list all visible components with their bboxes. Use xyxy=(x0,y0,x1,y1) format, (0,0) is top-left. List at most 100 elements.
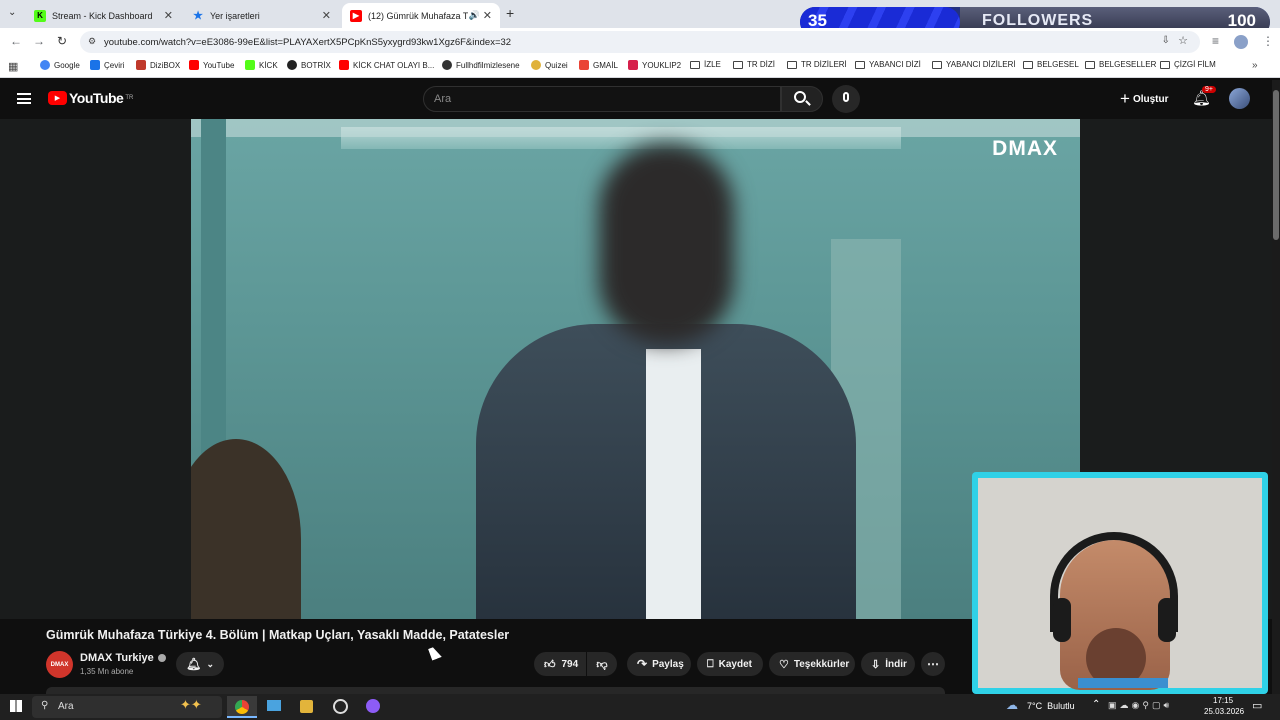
thanks-button[interactable]: ♡ Teşekkürler xyxy=(769,652,855,676)
search-icon: ⚲ xyxy=(41,700,49,711)
youtube-icon xyxy=(189,60,199,70)
youtube-favicon-icon: ▶ xyxy=(350,9,362,22)
create-button[interactable]: + Oluştur xyxy=(1120,89,1169,109)
notifications-button[interactable]: 🔔︎ 9+ xyxy=(1192,86,1216,108)
bookmark-belgeseller[interactable]: BELGESELLER xyxy=(1085,60,1156,69)
audio-playing-icon[interactable]: 🔊 xyxy=(469,10,480,21)
film-reel-icon xyxy=(442,60,452,70)
install-app-icon[interactable]: ⇩ xyxy=(1162,35,1170,46)
more-bookmarks-icon[interactable]: » xyxy=(1252,60,1258,71)
bookmark-yabanci-dizi[interactable]: YABANCI DİZİ xyxy=(855,60,921,69)
bookmark-kick-chat[interactable]: KİCK CHAT OLAYI B... xyxy=(339,60,434,70)
bookmark-youklip[interactable]: YOUKLIP2 xyxy=(628,60,681,70)
bookmark-izle[interactable]: İZLE xyxy=(690,60,721,69)
bookmarks-bar: ▦ Google Çeviri DiziBOX YouTube KİCK BOT… xyxy=(0,56,1280,78)
microphone-icon xyxy=(843,92,849,102)
like-button[interactable]: 👍︎ 794 xyxy=(534,652,586,676)
site-info-icon[interactable]: ⚙ xyxy=(88,36,96,47)
tab-bookmarks[interactable]: ★ Yer işaretleri ✕ xyxy=(184,3,339,28)
kick-favicon-icon: K xyxy=(34,9,46,22)
reload-icon[interactable]: ↻ xyxy=(57,34,67,48)
bookmark-belgesel[interactable]: BELGESEL xyxy=(1023,60,1079,69)
menu-kebab-icon[interactable]: ⋮ xyxy=(1262,34,1274,48)
youtube-play-icon: ▶ xyxy=(48,91,67,105)
tab-list-dropdown-icon[interactable]: ⌄ xyxy=(8,7,16,18)
copilot-sparkle-icon: ✦✦ xyxy=(180,697,202,712)
bookmark-google[interactable]: Google xyxy=(40,60,80,70)
translate-icon xyxy=(90,60,100,70)
google-icon xyxy=(40,60,50,70)
bookmark-botrix[interactable]: BOTRİX xyxy=(287,60,331,70)
clock-date[interactable]: 25.03.2026 xyxy=(1204,707,1244,716)
obs-icon[interactable] xyxy=(333,699,348,714)
file-explorer-icon[interactable] xyxy=(267,700,281,711)
hamburger-menu-icon[interactable] xyxy=(17,93,31,104)
dislike-button[interactable]: 👎︎ xyxy=(587,652,617,676)
back-icon[interactable]: ← xyxy=(10,34,22,48)
share-button[interactable]: ↷ Paylaş xyxy=(627,652,691,676)
clock-time[interactable]: 17:15 xyxy=(1213,696,1233,705)
youtube-logo[interactable]: ▶ YouTube TR xyxy=(48,90,133,106)
streaming-app-icon[interactable] xyxy=(366,699,380,713)
voice-search-button[interactable] xyxy=(832,85,860,113)
youklip-icon xyxy=(628,60,638,70)
bookmark-dizibox[interactable]: DiziBOX xyxy=(136,60,180,70)
more-actions-button[interactable]: ⋯ xyxy=(921,652,945,676)
bookmark-youtube[interactable]: YouTube xyxy=(189,60,234,70)
tab-youtube-video[interactable]: ▶ (12) Gümrük Muhafaza Tür 🔊 ✕ xyxy=(342,3,500,28)
notification-center-icon[interactable]: ▭ xyxy=(1252,699,1262,712)
tab-label: Yer işaretleri xyxy=(210,10,260,21)
tray-icons[interactable]: ▣☁◉⚲▢🔊︎ xyxy=(1108,700,1172,711)
folder-icon xyxy=(932,60,942,69)
scrollbar-thumb[interactable] xyxy=(1273,90,1279,240)
address-bar[interactable]: ⚙ youtube.com/watch?v=eE3086-99eE&list=P… xyxy=(80,31,1200,53)
dizibox-icon xyxy=(136,60,146,70)
page-scrollbar[interactable] xyxy=(1272,80,1280,694)
extensions-icon[interactable]: ≡ xyxy=(1212,34,1219,48)
new-tab-icon[interactable]: + xyxy=(506,5,514,21)
dmax-watermark: DMAX xyxy=(992,137,1058,160)
tab-kick-dashboard[interactable]: K Stream - Kick Dashboard ✕ xyxy=(26,3,181,28)
plus-icon: + xyxy=(1120,89,1130,108)
weather-text[interactable]: 7°C Bulutlu xyxy=(1027,701,1075,711)
weather-cloud-icon: ☁ xyxy=(1006,698,1018,712)
close-tab-icon[interactable]: ✕ xyxy=(483,9,492,22)
bookmark-tr-dizileri[interactable]: TR DİZİLERİ xyxy=(787,60,847,69)
save-button[interactable]: ⎕ Kaydet xyxy=(697,652,763,676)
subscribe-notification-button[interactable]: 🔔︎ ⌄ xyxy=(176,652,224,676)
bookmark-gmail[interactable]: GMAİL xyxy=(579,60,618,70)
botrix-icon xyxy=(287,60,297,70)
bookmark-quizei[interactable]: Quizei xyxy=(531,60,568,70)
tab-label: Stream - Kick Dashboard xyxy=(52,10,153,21)
search-button[interactable] xyxy=(781,86,823,112)
account-avatar[interactable] xyxy=(1229,88,1250,109)
gmail-icon xyxy=(579,60,589,70)
profile-avatar[interactable] xyxy=(1234,35,1248,49)
download-button[interactable]: ⇩ İndir xyxy=(861,652,915,676)
bookmark-cizgi-film[interactable]: ÇİZGİ FİLM xyxy=(1160,60,1216,69)
search-input[interactable]: Ara xyxy=(423,86,781,112)
youtube-icon xyxy=(339,60,349,70)
windows-start-icon[interactable] xyxy=(10,700,22,712)
browser-toolbar: ← → ↻ ⚙ youtube.com/watch?v=eE3086-99eE&… xyxy=(0,28,1280,56)
youtube-header: ▶ YouTube TR Ara + Oluştur 🔔︎ 9+ xyxy=(0,79,1280,119)
tray-overflow-icon[interactable]: ⌃ xyxy=(1092,699,1100,710)
bookmark-star-icon[interactable]: ☆ xyxy=(1178,34,1188,47)
channel-avatar[interactable]: DMAX xyxy=(46,651,73,678)
bookmark-tr-dizi[interactable]: TR DİZİ xyxy=(733,60,775,69)
bookmark-yabanci-dizileri[interactable]: YABANCI DİZİLERİ xyxy=(932,60,1016,69)
channel-name[interactable]: DMAX Turkiye xyxy=(80,652,166,664)
bookmark-kick[interactable]: KİCK xyxy=(245,60,278,70)
apps-grid-icon[interactable]: ▦ xyxy=(8,60,18,73)
close-tab-icon[interactable]: ✕ xyxy=(322,9,331,22)
taskbar-chrome[interactable] xyxy=(227,696,257,718)
bookmark-ceviri[interactable]: Çeviri xyxy=(90,60,124,70)
media-app-icon[interactable] xyxy=(300,700,313,713)
forward-icon[interactable]: → xyxy=(33,34,45,48)
description-box[interactable] xyxy=(46,687,945,694)
close-tab-icon[interactable]: ✕ xyxy=(164,9,173,22)
video-player[interactable]: DMAX xyxy=(191,119,1080,619)
chrome-icon xyxy=(235,700,249,714)
bookmark-fullhdfilm[interactable]: Fullhdfilmizlesene xyxy=(442,60,520,70)
download-icon: ⇩ xyxy=(871,658,881,671)
